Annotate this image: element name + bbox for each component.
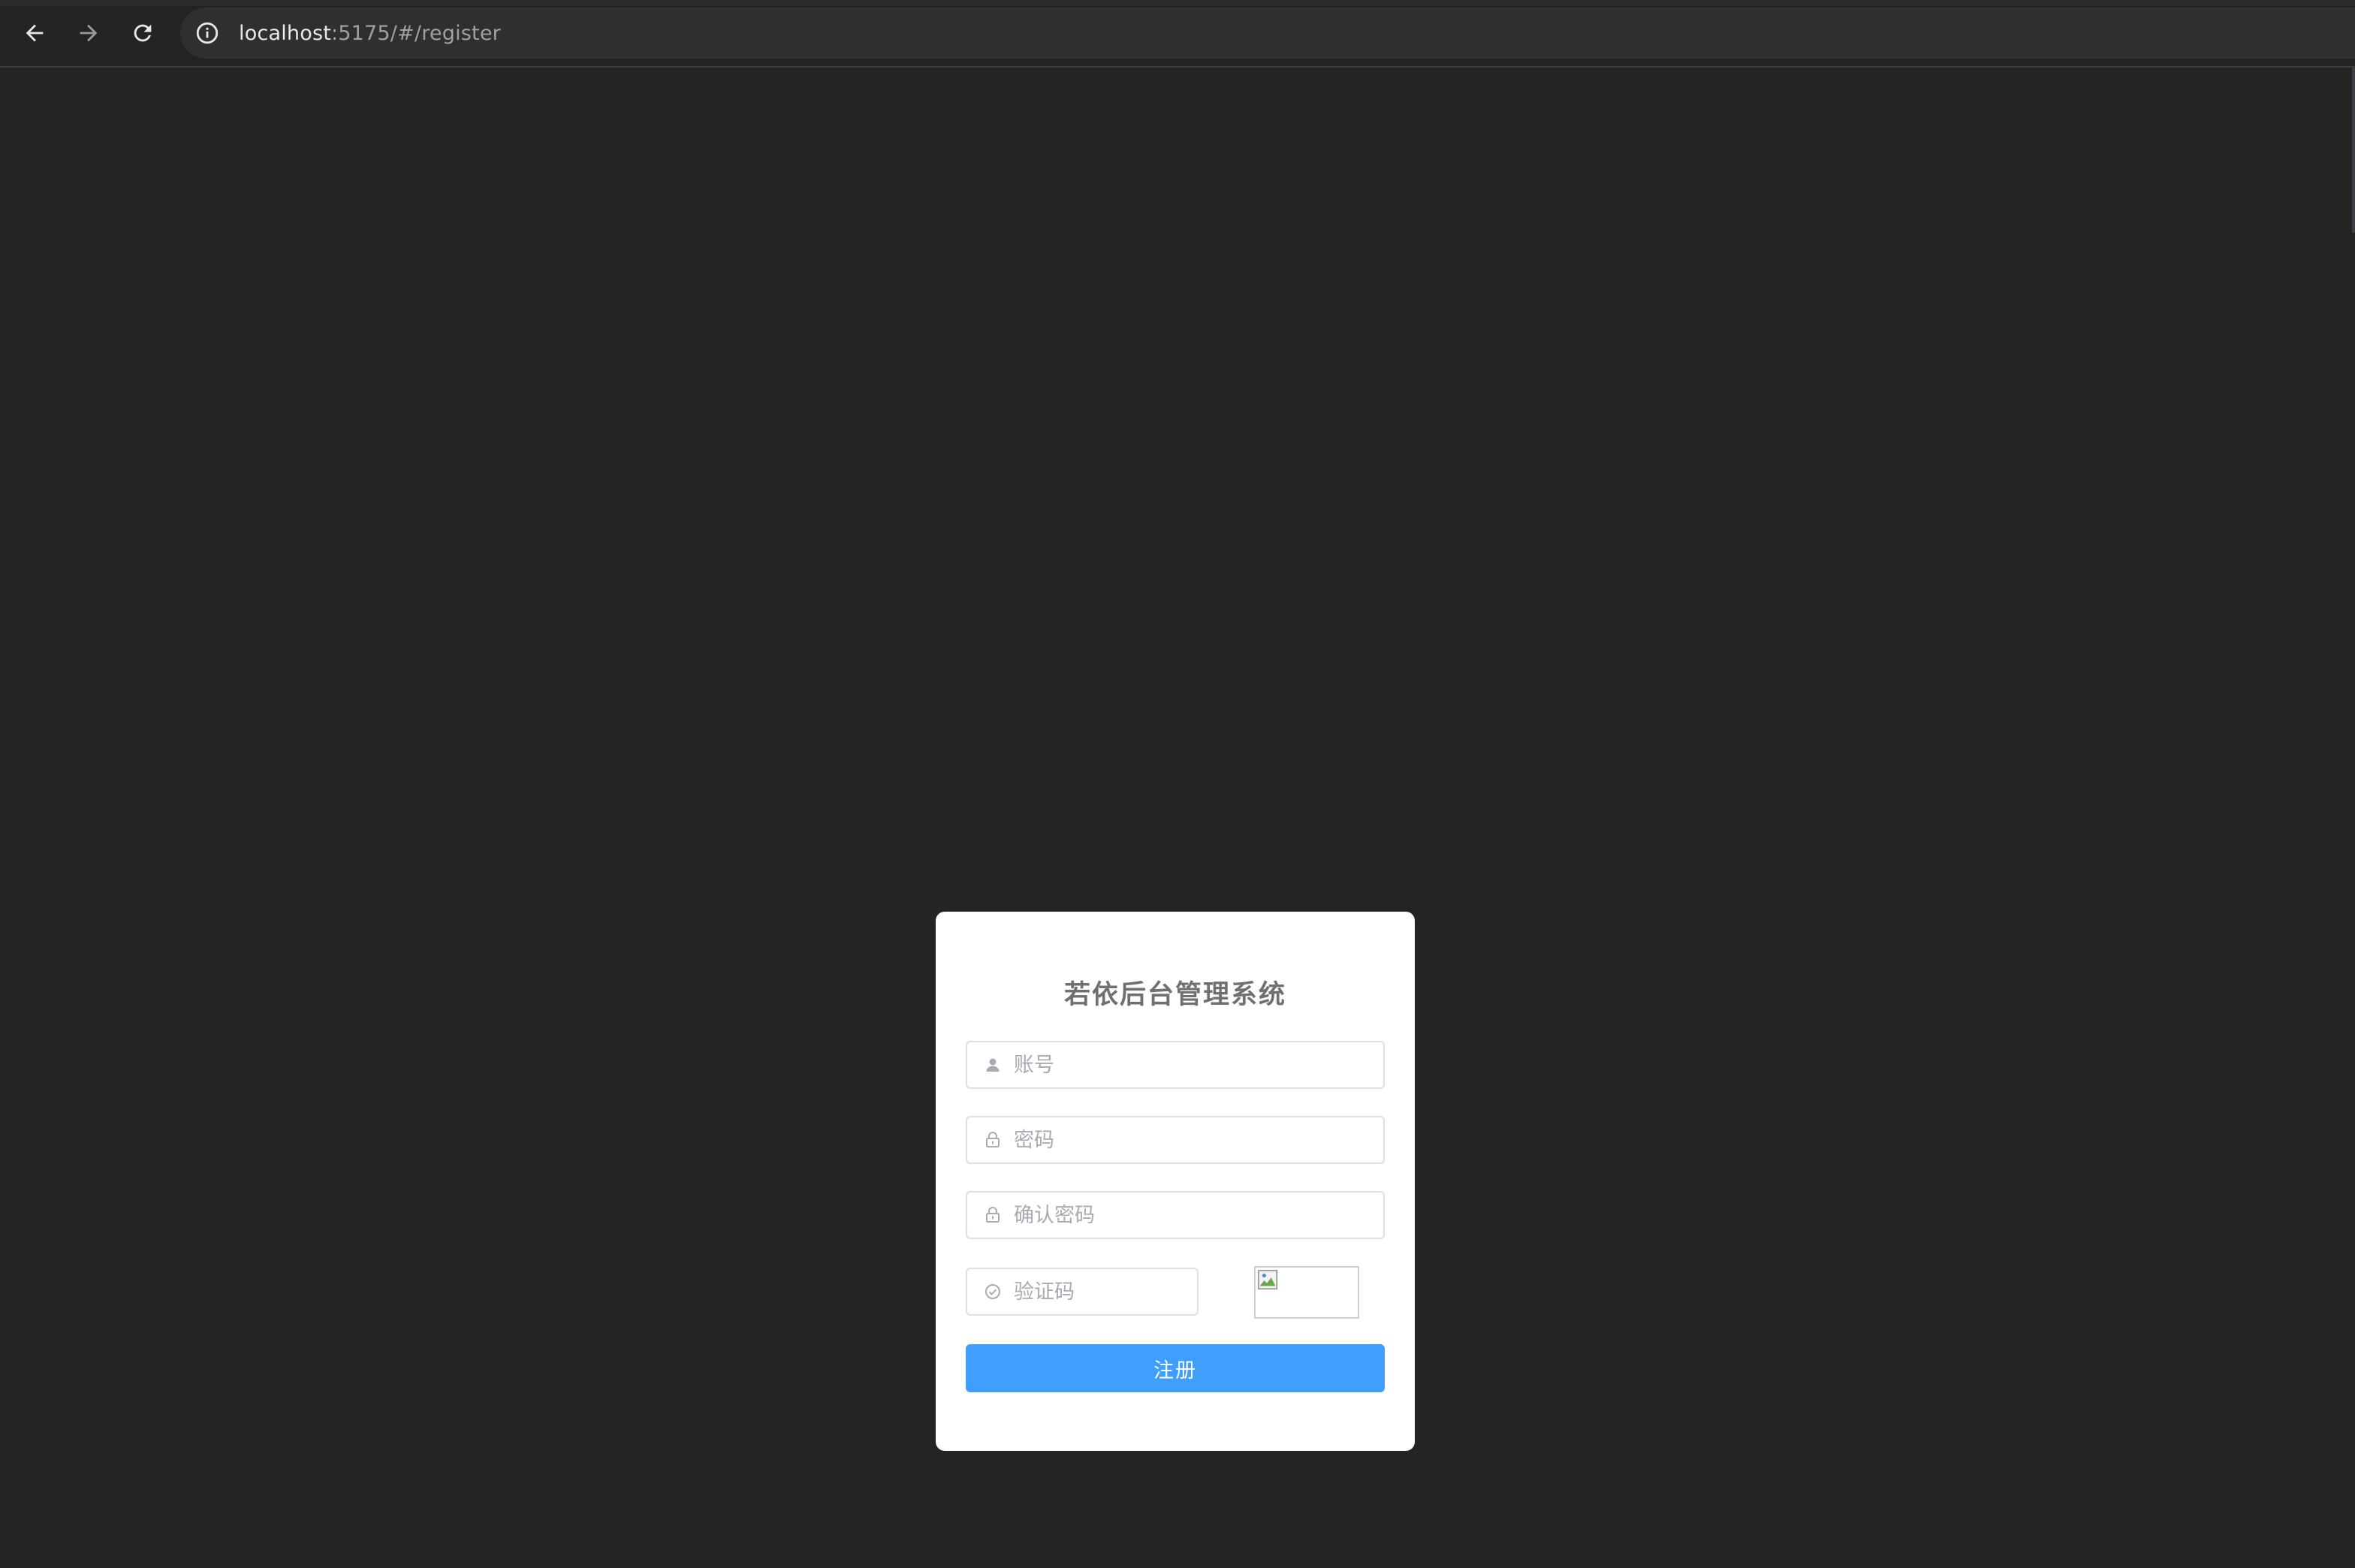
username-input[interactable] xyxy=(1012,1052,1361,1078)
back-button[interactable] xyxy=(14,12,56,54)
browser-toolbar: localhost:5175/#/register xyxy=(0,0,2355,68)
url-host: localhost xyxy=(239,21,331,45)
confirm-password-field[interactable] xyxy=(966,1191,1385,1239)
confirm-password-input[interactable] xyxy=(1012,1202,1361,1228)
page-title: 若依后台管理系统 xyxy=(1063,980,1286,1010)
tab-strip-edge xyxy=(0,0,2355,6)
captcha-code-input[interactable] xyxy=(1012,1279,1188,1304)
reload-button[interactable] xyxy=(122,12,164,54)
reload-icon xyxy=(134,24,152,42)
forward-button[interactable] xyxy=(68,12,110,54)
arrow-right-icon xyxy=(80,24,98,42)
url-path: :5175/#/register xyxy=(331,21,501,45)
arrow-left-icon xyxy=(26,24,44,42)
broken-image-icon xyxy=(1257,1269,1278,1290)
lock-icon xyxy=(982,1205,1003,1226)
password-input[interactable] xyxy=(1012,1127,1361,1153)
password-field[interactable] xyxy=(966,1116,1385,1164)
register-button[interactable]: 注册 xyxy=(966,1344,1385,1392)
captcha-image[interactable] xyxy=(1254,1266,1359,1319)
circle-check-icon xyxy=(982,1281,1003,1302)
captcha-code-field[interactable] xyxy=(966,1268,1199,1316)
scrollbar-edge xyxy=(2352,68,2355,233)
lock-icon xyxy=(982,1129,1003,1150)
address-bar[interactable]: localhost:5175/#/register xyxy=(180,8,2355,59)
site-info-icon[interactable] xyxy=(192,18,222,48)
url-text[interactable]: localhost:5175/#/register xyxy=(239,22,501,45)
username-field[interactable] xyxy=(966,1041,1385,1089)
user-icon xyxy=(982,1054,1003,1075)
register-card: 若依后台管理系统 账号 验证码 注册 xyxy=(936,912,1415,1451)
